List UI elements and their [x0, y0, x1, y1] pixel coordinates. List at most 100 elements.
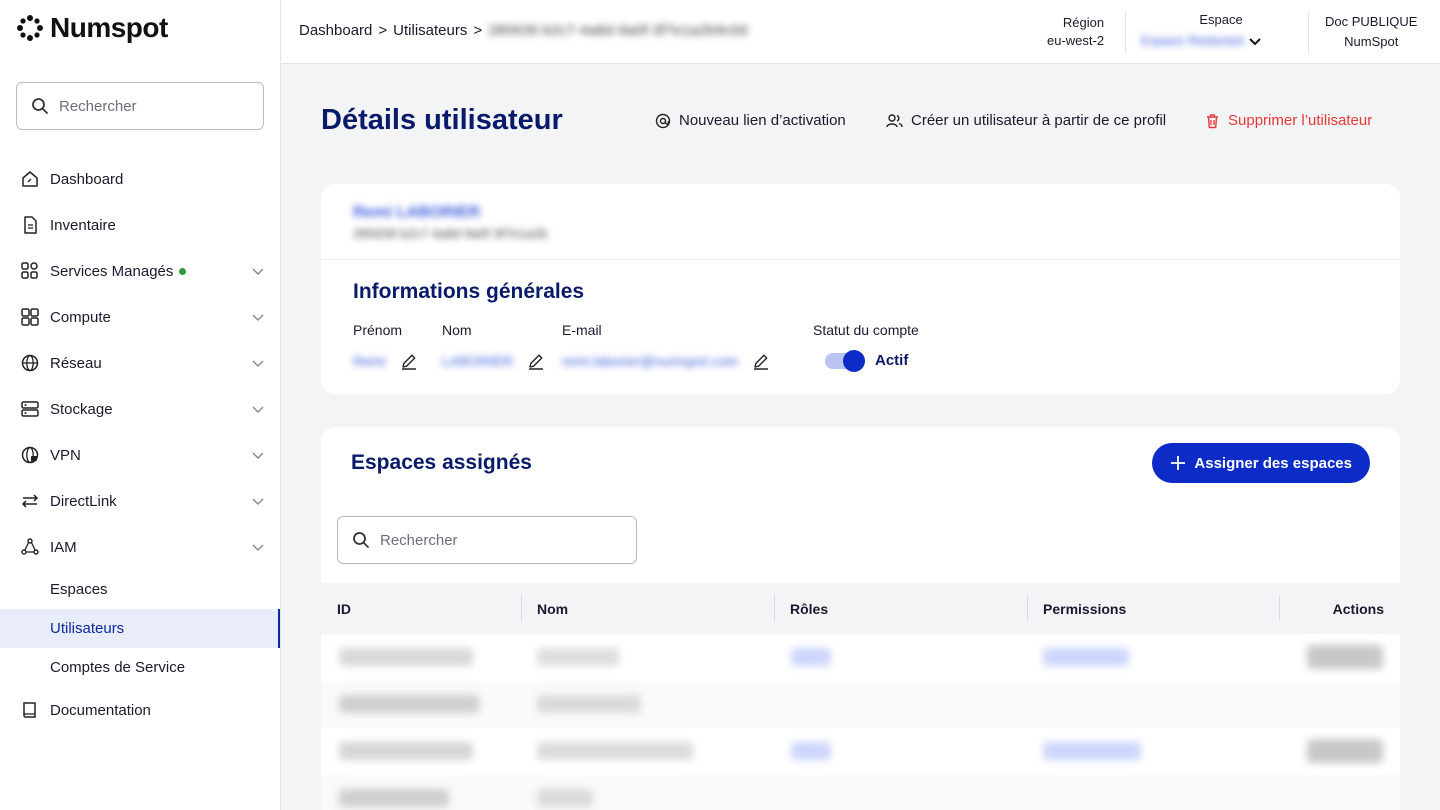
sidebar-item-vpn[interactable]: VPN [0, 432, 280, 478]
create-user-from-profile-button[interactable]: Créer un utilisateur à partir de ce prof… [886, 112, 1166, 129]
sidebar-item-inventaire[interactable]: Inventaire [0, 202, 280, 248]
sidebar-item-directlink[interactable]: DirectLink [0, 478, 280, 524]
sidebar-search[interactable] [16, 82, 264, 130]
column-separator [1027, 595, 1028, 621]
chevron-down-icon[interactable] [250, 447, 266, 463]
card-divider [321, 259, 1400, 260]
espace-value: Espace Redacted [1141, 33, 1244, 48]
sidebar-subitem-utilisateurs[interactable]: Utilisateurs [0, 609, 280, 648]
trash-icon [1207, 113, 1218, 128]
espace-selector[interactable]: Espace Espace Redacted [1139, 12, 1289, 48]
redacted-cell[interactable] [1307, 739, 1383, 763]
chevron-down-icon[interactable] [250, 355, 266, 371]
espace-label: Espace [1199, 12, 1243, 27]
assign-spaces-button[interactable]: Assigner des espaces [1152, 443, 1370, 483]
chevron-down-icon[interactable] [250, 263, 266, 279]
sidebar-item-label: DirectLink [50, 492, 117, 510]
chevron-down-icon[interactable] [250, 539, 266, 555]
nom-label: Nom [442, 322, 472, 338]
redacted-cell [537, 695, 641, 713]
breadcrumb-dashboard[interactable]: Dashboard [299, 22, 372, 39]
sidebar-subitem-espaces[interactable]: Espaces [0, 570, 280, 609]
header-divider [1125, 12, 1126, 54]
redacted-cell[interactable] [1307, 645, 1383, 669]
edit-pencil-icon[interactable] [527, 352, 545, 370]
assign-button-label: Assigner des espaces [1194, 454, 1352, 472]
table-row[interactable] [321, 681, 1400, 728]
redacted-cell [339, 789, 449, 807]
logo-text: Numspot [50, 12, 168, 43]
sidebar-item-reseau[interactable]: Réseau [0, 340, 280, 386]
redacted-cell [1043, 648, 1129, 666]
edit-pencil-icon[interactable] [400, 352, 418, 370]
sidebar-item-label: Dashboard [50, 170, 124, 188]
search-icon [353, 532, 369, 548]
redacted-cell [339, 742, 473, 760]
redacted-cell [1043, 742, 1141, 760]
sidebar-item-label: Réseau [50, 354, 102, 372]
sidebar-nav: Dashboard Inventaire Services Managés Co… [0, 156, 280, 733]
sidebar-item-label: Services Managés [50, 262, 174, 280]
inventory-icon [20, 215, 40, 235]
top-bar: Dashboard > Utilisateurs > 285639 b2c7-4… [281, 0, 1440, 64]
nom-field: LABORIER [442, 352, 545, 370]
chevron-down-icon[interactable] [1248, 34, 1262, 48]
table-row[interactable] [321, 634, 1400, 681]
column-header-roles[interactable]: Rôles [790, 583, 828, 634]
sidebar-item-label: Documentation [50, 701, 151, 719]
sidebar-item-compute[interactable]: Compute [0, 294, 280, 340]
status-value: Actif [875, 352, 909, 369]
page-title: Détails utilisateur [321, 104, 563, 136]
sidebar-item-label: Inventaire [50, 216, 116, 234]
prenom-value: Remi [353, 353, 386, 369]
user-full-name: Remi LABORIER [353, 204, 481, 221]
vpn-icon [20, 445, 40, 465]
delete-user-button[interactable]: Supprimer l’utilisateur [1205, 112, 1372, 129]
assigned-spaces-title: Espaces assignés [351, 451, 532, 474]
nom-value: LABORIER [442, 353, 513, 369]
edit-pencil-icon[interactable] [752, 352, 770, 370]
doc-label: Doc PUBLIQUE [1325, 14, 1418, 29]
assigned-spaces-card: Espaces assignés Assigner des espaces ID… [321, 427, 1400, 810]
table-row[interactable] [321, 775, 1400, 810]
numspot-logo[interactable]: Numspot [16, 12, 168, 44]
prenom-label: Prénom [353, 322, 403, 338]
sidebar: Numspot Dashboard Inventaire Services Ma… [0, 0, 281, 810]
new-activation-link-button[interactable]: Nouveau lien d’activation [655, 112, 846, 129]
account-status-toggle[interactable] [825, 349, 865, 372]
directlink-icon [20, 491, 40, 511]
column-header-nom[interactable]: Nom [537, 583, 568, 634]
doc-info[interactable]: Doc PUBLIQUE NumSpot [1325, 12, 1417, 52]
chevron-down-icon[interactable] [250, 401, 266, 417]
column-header-permissions[interactable]: Permissions [1043, 583, 1126, 634]
sidebar-item-dashboard[interactable]: Dashboard [0, 156, 280, 202]
table-search-input[interactable] [380, 531, 610, 549]
user-id: 285639 b2c7 4a8d 9a0f 3f7e1a2b [353, 226, 548, 241]
sidebar-subitem-comptes-de-service[interactable]: Comptes de Service [0, 648, 280, 687]
globe-icon [20, 353, 40, 373]
sidebar-item-label: IAM [50, 538, 77, 556]
general-info-title: Informations générales [353, 280, 585, 303]
action-label: Supprimer l’utilisateur [1228, 112, 1373, 129]
sidebar-item-iam[interactable]: IAM [0, 524, 280, 570]
email-label: E-mail [562, 322, 602, 338]
sidebar-item-services-manages[interactable]: Services Managés [0, 248, 280, 294]
table-header: ID Nom Rôles Permissions Actions [321, 583, 1400, 634]
action-label: Créer un utilisateur à partir de ce prof… [911, 112, 1167, 129]
table-row[interactable] [321, 728, 1400, 775]
sidebar-search-input[interactable] [59, 97, 239, 115]
column-header-id[interactable]: ID [337, 583, 351, 634]
column-separator [521, 595, 522, 621]
sidebar-item-documentation[interactable]: Documentation [0, 687, 280, 733]
breadcrumb-utilisateurs[interactable]: Utilisateurs [393, 22, 467, 39]
redacted-cell [791, 648, 831, 666]
chevron-down-icon[interactable] [250, 309, 266, 325]
book-icon [20, 700, 40, 720]
table-search[interactable] [337, 516, 637, 564]
search-icon [32, 98, 48, 114]
chevron-down-icon[interactable] [250, 493, 266, 509]
doc-value: NumSpot [1344, 34, 1399, 49]
sidebar-item-stockage[interactable]: Stockage [0, 386, 280, 432]
status-dot [179, 267, 187, 275]
at-sign-icon [655, 113, 671, 128]
